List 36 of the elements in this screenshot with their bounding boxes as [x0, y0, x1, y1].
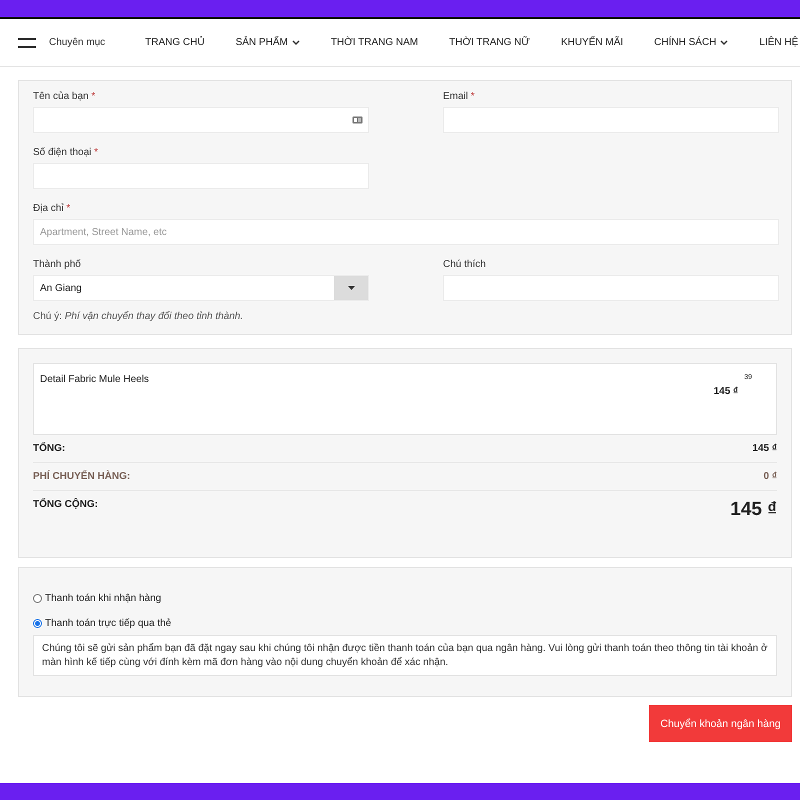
payment-description: Chúng tôi sẽ gửi sản phẩm bạn đã đặt ngay sau khi chúng tôi nhận được tiền thanh toán của bạn qua ngân hàng. Vui lòng gửi thanh toán theo thông tin tài khoản ở màn hình kế tiếp cùng với đính kèm mã đơn hàng vào nội dung chuyển khoản để xác nhận. [33, 635, 777, 676]
category-link[interactable]: Chuyên mục [49, 37, 106, 48]
product-price: 145 ₫ [714, 386, 738, 397]
product-name: Detail Fabric Mule Heels [40, 374, 149, 387]
subtotal-label: TỔNG: [33, 443, 66, 454]
nav-link[interactable]: TRANG CHỦ [145, 37, 205, 48]
shipping-value: 0 ₫ [764, 471, 777, 482]
contact-card-icon [352, 116, 363, 124]
payment-option-label[interactable]: Thanh toán trực tiếp qua thẻ [45, 618, 172, 629]
menu-icon[interactable] [18, 38, 36, 48]
city-select[interactable]: An Giang [33, 275, 369, 301]
radio-button[interactable] [33, 594, 42, 603]
subtotal-value: 145 ₫ [752, 443, 777, 454]
nav-link[interactable]: THỜI TRANG NỮ [449, 37, 530, 48]
total-label: TỔNG CỘNG: [33, 499, 98, 510]
nav-link[interactable]: SẢN PHẨM [236, 37, 300, 48]
field-label: Địa chỉ * [33, 203, 72, 214]
radio-button[interactable] [33, 619, 42, 628]
product-size: 39 [744, 374, 752, 381]
field-label: Số điện thoại * [33, 147, 100, 158]
input-field[interactable]: Apartment, Street Name, etc [33, 219, 779, 245]
field-label: Chú thích [443, 259, 487, 270]
payment-option-label[interactable]: Thanh toán khi nhận hàng [45, 593, 162, 604]
nav-link[interactable]: LIÊN HỆ [759, 37, 798, 48]
field-label: Tên của bạn * [33, 91, 96, 102]
total-value: 145 ₫ [730, 499, 777, 521]
bank-transfer-button[interactable]: Chuyển khoản ngân hàng [649, 705, 792, 742]
shipping-label: PHÍ CHUYỂN HÀNG: [33, 471, 130, 482]
field-label: Email * [443, 91, 476, 102]
nav-link[interactable]: CHÍNH SÁCH [654, 37, 728, 48]
field-label: Thành phố [33, 259, 82, 270]
shipping-note: Chú ý: Phí vận chuyển thay đổi theo tỉnh thành. [33, 311, 244, 322]
dropdown-arrow-icon [348, 286, 354, 290]
nav-link[interactable]: KHUYẾN MÃI [560, 37, 624, 48]
input-field[interactable] [33, 107, 369, 133]
nav-link[interactable]: THỜI TRANG NAM [330, 37, 418, 48]
